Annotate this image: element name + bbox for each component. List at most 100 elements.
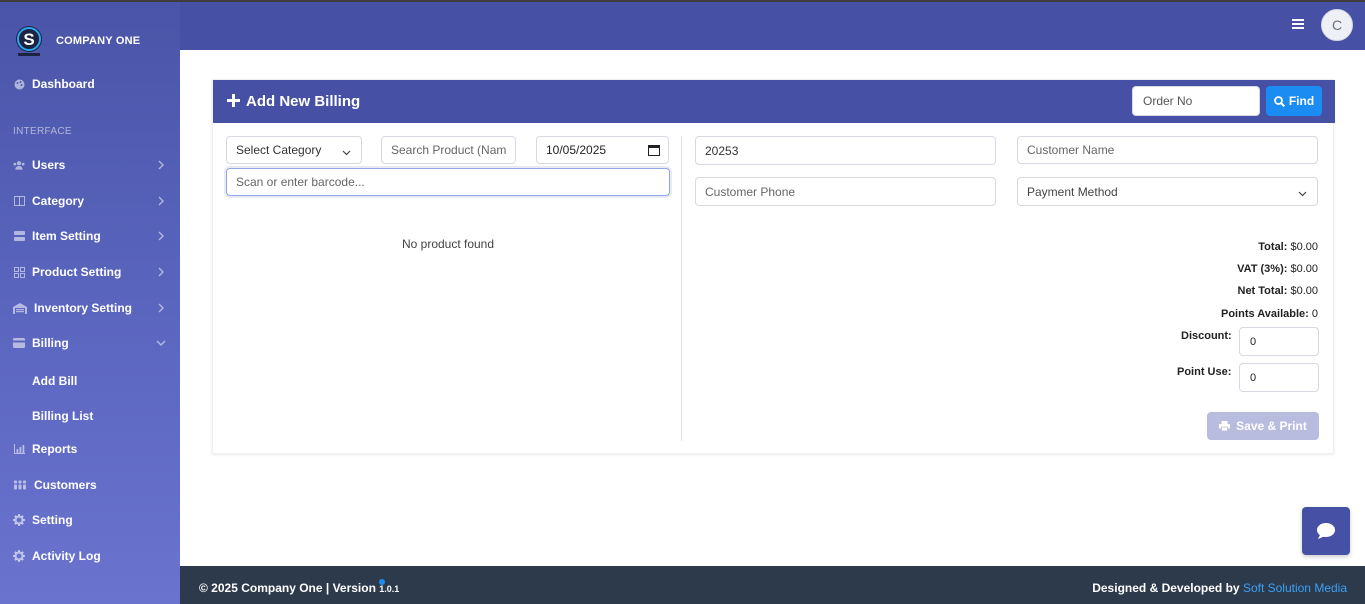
product-search-input[interactable] [381,136,516,164]
plus-icon [227,92,240,110]
invoice-number-field[interactable]: 20253 [695,136,996,165]
brand[interactable]: S COMPANY ONE [12,24,140,58]
vat-row: VAT (3%): $0.00 [1237,263,1318,275]
sidebar-item-label: Users [32,158,66,172]
points-available-row: Points Available: 0 [1221,308,1318,320]
sidebar-item-billing[interactable]: Billing [0,330,180,356]
chevron-right-icon [156,195,166,206]
sidebar-subitem-add-bill[interactable]: Add Bill [32,374,77,388]
category-select-value: Select Category [236,143,322,157]
category-select[interactable]: Select Category [226,136,362,164]
calendar-icon[interactable] [648,144,660,159]
svg-text:S: S [23,30,34,49]
footer-credits-text: Designed & Developed by [1092,581,1240,595]
hamburger-menu-icon[interactable] [1291,17,1305,31]
sidebar-section-label: INTERFACE [13,126,72,137]
chevron-right-icon [156,266,166,277]
column-divider [681,136,682,441]
page-title: Add New Billing [227,92,360,110]
page-title-text: Add New Billing [246,92,361,110]
footer-credits: Designed & Developed by Soft Solution Me… [1092,581,1347,595]
palette-icon [13,78,25,90]
total-row: Total: $0.00 [1258,241,1318,253]
points-available-label: Points Available: [1220,308,1309,320]
find-button[interactable]: Find [1266,86,1322,116]
billing-card: Add New Billing Find Select Category 10/… [212,79,1335,454]
payment-method-value: Payment Method [1027,184,1118,199]
points-available-value: 0 [1311,308,1318,320]
net-total-row: Net Total: $0.00 [1238,285,1319,297]
chevron-right-icon [156,230,166,241]
sidebar-item-label: Billing [32,336,69,350]
server-icon [13,230,25,242]
user-avatar[interactable]: C [1321,9,1353,41]
discount-label: Discount: [1181,330,1232,342]
chat-support-button[interactable] [1302,507,1350,555]
billing-date-input[interactable]: 10/05/2025 [536,136,669,164]
customer-name-input[interactable] [1017,136,1318,164]
sidebar-item-inventory-setting[interactable]: Inventory Setting [0,295,180,321]
chevron-right-icon [156,159,166,170]
gear-icon [13,514,25,526]
sidebar-item-reports[interactable]: Reports [0,436,180,462]
barcode-input[interactable] [226,168,670,196]
sidebar-item-product-setting[interactable]: Product Setting [0,259,180,285]
developer-link[interactable]: Soft Solution Media [1243,581,1347,595]
gear-icon [13,550,25,562]
sidebar: S COMPANY ONE Dashboard INTERFACE Users … [0,2,180,604]
customer-phone-input[interactable] [695,177,996,206]
footer-copyright-text: © 2025 Company One | Version [199,581,376,595]
sidebar-item-label: Activity Log [32,549,101,563]
payment-method-select[interactable]: Payment Method [1017,177,1318,206]
footer: © 2025 Company One | Version 1.0.1 Desig… [180,566,1365,604]
save-print-label: Save & Print [1236,419,1307,433]
chat-bubble-icon [1316,522,1336,540]
sidebar-item-label: Customers [34,478,97,492]
columns-icon [13,195,25,207]
sidebar-item-item-setting[interactable]: Item Setting [0,223,180,249]
order-no-input[interactable] [1132,86,1260,116]
users-icon [13,159,25,171]
sidebar-item-label: Category [32,194,85,208]
warehouse-icon [13,302,27,314]
total-value: $0.00 [1290,241,1318,253]
sidebar-item-setting[interactable]: Setting [0,507,180,533]
sidebar-item-label: Item Setting [32,229,101,243]
printer-icon [1219,421,1231,431]
chevron-down-icon [342,146,351,156]
save-print-button[interactable]: Save & Print [1207,412,1319,440]
net-total-value: $0.00 [1290,285,1318,297]
invoice-number-value: 20253 [705,143,739,158]
vat-value: $0.00 [1290,263,1318,275]
sidebar-item-customers[interactable]: Customers [0,472,180,498]
sidebar-item-label: Product Setting [32,265,122,279]
billing-date-value: 10/05/2025 [546,143,607,157]
chevron-down-icon [1298,187,1307,197]
sidebar-item-label: Inventory Setting [34,301,133,315]
notification-dot [379,579,385,585]
sidebar-item-users[interactable]: Users [0,152,180,178]
point-use-label: Point Use: [1177,366,1232,378]
net-total-label: Net Total: [1237,285,1288,297]
vat-label: VAT (3%): [1237,263,1288,275]
card-header: Add New Billing Find [213,80,1335,123]
card-icon [13,337,25,349]
sidebar-subitem-billing-list[interactable]: Billing List [32,409,93,423]
find-button-label: Find [1288,94,1315,108]
sidebar-item-label: Reports [32,442,78,456]
empty-state-text: No product found [401,237,495,251]
top-navbar: C [180,2,1365,50]
sidebar-item-activity-log[interactable]: Activity Log [0,543,180,569]
search-icon [1273,95,1285,107]
people-icon [13,479,27,491]
chart-icon [13,443,25,455]
version-number: 1.0.1 [379,584,400,594]
chevron-down-icon [156,337,166,347]
point-use-input[interactable] [1239,363,1319,392]
grid-icon [13,266,25,278]
sidebar-item-label: Dashboard [32,77,95,91]
discount-input[interactable] [1239,327,1319,356]
sidebar-item-dashboard[interactable]: Dashboard [0,71,180,97]
company-logo: S [12,24,46,58]
sidebar-item-category[interactable]: Category [0,188,180,214]
